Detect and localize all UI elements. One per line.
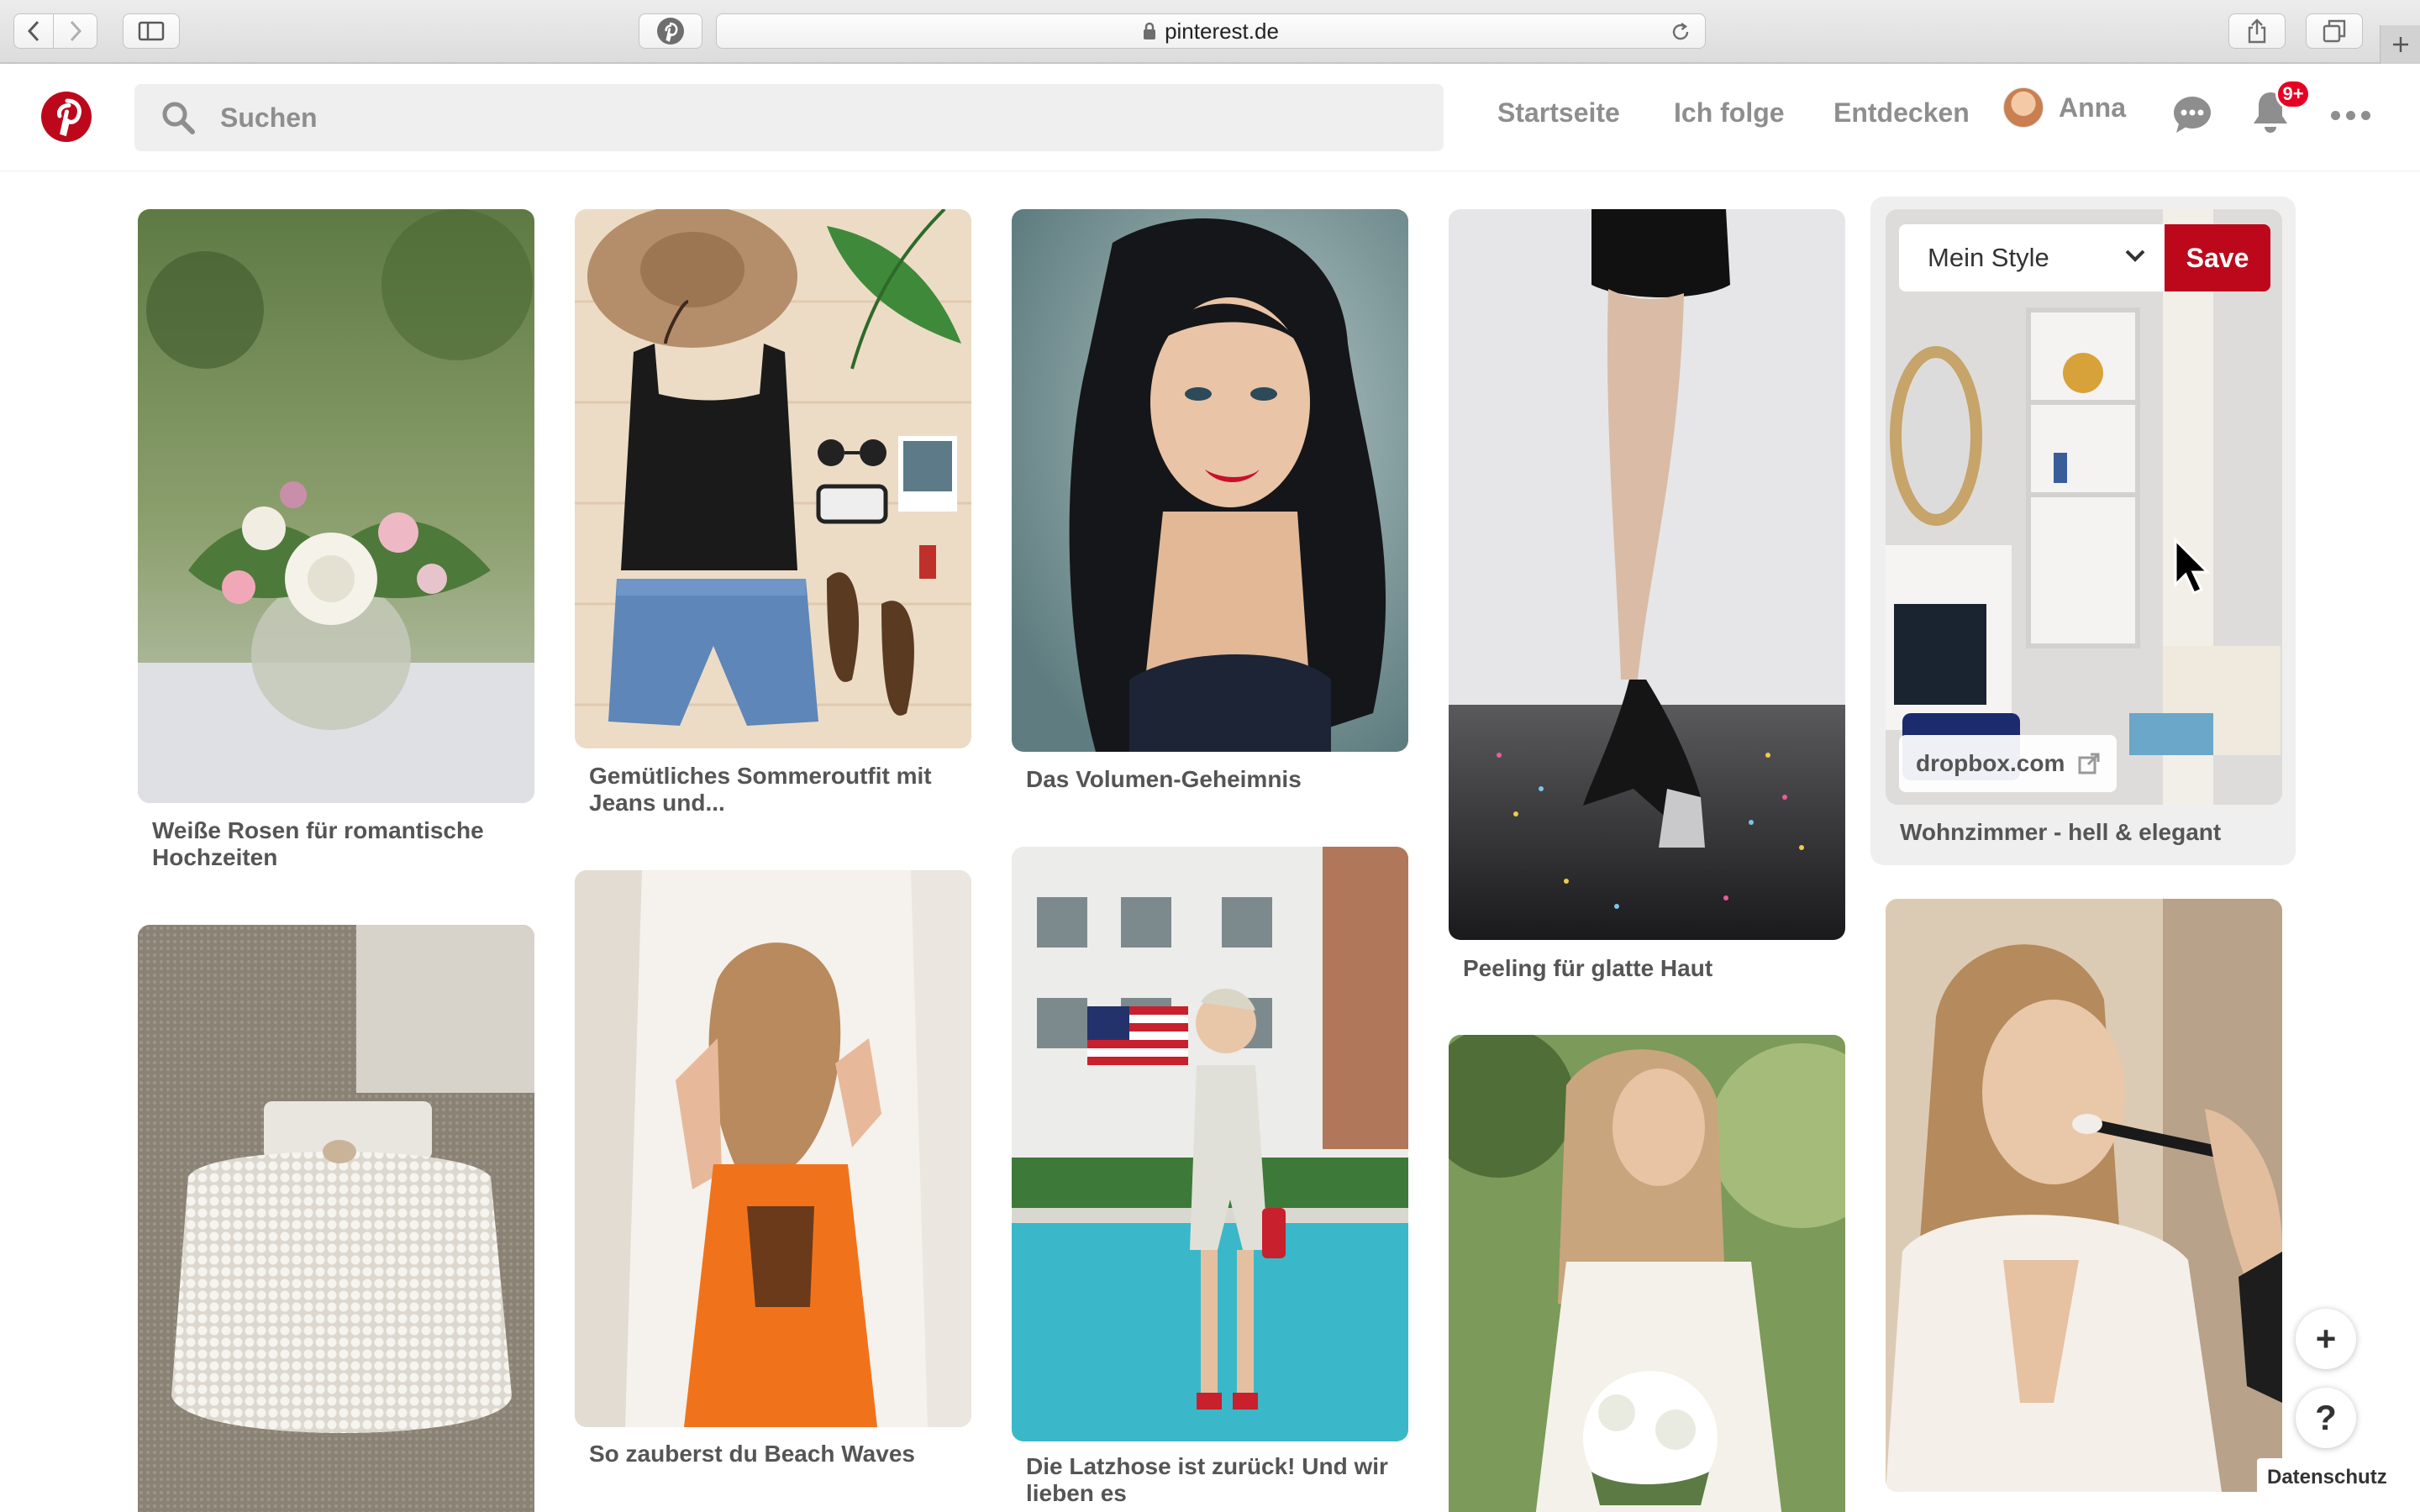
sidebar-toggle-button[interactable] (123, 13, 180, 49)
share-icon (2248, 18, 2266, 44)
pin-title-roses: Weiße Rosen für romantische Hochzeiten (152, 817, 484, 870)
help-button[interactable]: ? (2296, 1388, 2356, 1448)
nav-explore-link[interactable]: Entdecken (1833, 97, 1970, 129)
pinterest-logo-icon[interactable] (40, 91, 92, 143)
pin-title-peeling: Peeling für glatte Haut (1463, 955, 1713, 981)
page-root: pinterest.de Startseite Ich folge Entdec… (0, 0, 2420, 1512)
pin-image-summer-outfit[interactable] (575, 209, 971, 748)
browser-toolbar: pinterest.de (0, 0, 2420, 64)
makeup-bride-image (1886, 899, 2282, 1492)
privacy-link[interactable]: Datenschutz (2257, 1458, 2397, 1497)
source-domain-text: dropbox.com (1916, 750, 2065, 776)
pin-image-bride[interactable] (1449, 1035, 1845, 1512)
show-tabs-button[interactable] (2306, 13, 2363, 49)
new-tab-button[interactable] (2380, 25, 2420, 64)
pin-title-summer-outfit: Gemütliches Sommeroutfit mit Jeans und..… (589, 763, 932, 816)
save-button[interactable]: Save (2165, 224, 2270, 291)
share-button[interactable] (2228, 13, 2286, 49)
pin-title-beach-waves: So zauberst du Beach Waves (589, 1441, 915, 1467)
pin-title-volume: Das Volumen-Geheimnis (1026, 766, 1302, 792)
tabs-icon (2323, 19, 2346, 43)
help-icon: ? (2315, 1398, 2337, 1437)
pearl-clutch-image (138, 925, 534, 1512)
nav-home-link[interactable]: Startseite (1497, 97, 1620, 129)
avatar (2003, 87, 2044, 128)
pin-image-overalls[interactable] (1012, 847, 1408, 1441)
user-name: Anna (2059, 92, 2126, 123)
forward-button[interactable] (54, 13, 97, 49)
board-select-value: Mein Style (1928, 243, 2049, 272)
living-room-image (1886, 209, 2282, 805)
volume-hair-image (1012, 209, 1408, 752)
chevron-left-icon (27, 20, 39, 42)
pin-image-volume[interactable] (1012, 209, 1408, 752)
pin-title-overalls: Die Latzhose ist zurück! Und wir lieben … (1026, 1453, 1388, 1506)
legs-heels-image (1449, 209, 1845, 940)
reload-icon[interactable] (1670, 21, 1691, 43)
pinterest-icon (657, 18, 684, 45)
roses-bouquet-image (138, 209, 534, 803)
plus-icon: + (2315, 1319, 2337, 1358)
pin-title-living-room: Wohnzimmer - hell & elegant (1900, 819, 2222, 845)
search-input[interactable] (220, 102, 1313, 134)
address-bar[interactable]: pinterest.de (716, 13, 1706, 49)
user-profile-link[interactable]: Anna (2003, 87, 2126, 128)
add-pin-button[interactable]: + (2296, 1309, 2356, 1369)
beach-waves-image (575, 870, 971, 1427)
pin-image-pearl-clutch[interactable] (138, 925, 534, 1512)
source-domain-link[interactable]: dropbox.com (1899, 735, 2118, 792)
lock-icon (1144, 22, 1156, 39)
back-button[interactable] (13, 13, 54, 49)
pin-image-makeup[interactable] (1886, 899, 2282, 1492)
external-link-icon (2078, 753, 2100, 774)
pin-image-living-room[interactable]: Mein Style Save dropbox.com (1886, 209, 2282, 805)
search-bar[interactable] (134, 84, 1444, 151)
sidebar-icon (138, 21, 165, 41)
notification-badge: 9+ (2275, 79, 2311, 109)
pin-image-peeling[interactable] (1449, 209, 1845, 940)
pin-image-beach-waves[interactable] (575, 870, 971, 1427)
summer-outfit-image (575, 209, 971, 748)
chevron-down-icon (2125, 249, 2145, 262)
messages-icon[interactable] (2171, 94, 2213, 136)
overalls-pool-image (1012, 847, 1408, 1441)
mouse-cursor-icon (2174, 538, 2211, 595)
pinterest-header: Startseite Ich folge Entdecken Anna 9+ (0, 64, 2420, 171)
bride-bouquet-image (1449, 1035, 1845, 1512)
more-options-icon[interactable] (2331, 111, 2370, 120)
plus-icon (2392, 37, 2408, 52)
chevron-right-icon (70, 20, 82, 42)
pin-image-roses[interactable] (138, 209, 534, 803)
url-text: pinterest.de (1165, 18, 1279, 44)
pinterest-extension-button[interactable] (639, 13, 702, 49)
board-select-dropdown[interactable]: Mein Style (1899, 224, 2165, 291)
nav-following-link[interactable]: Ich folge (1674, 97, 1785, 129)
search-icon (162, 102, 195, 134)
